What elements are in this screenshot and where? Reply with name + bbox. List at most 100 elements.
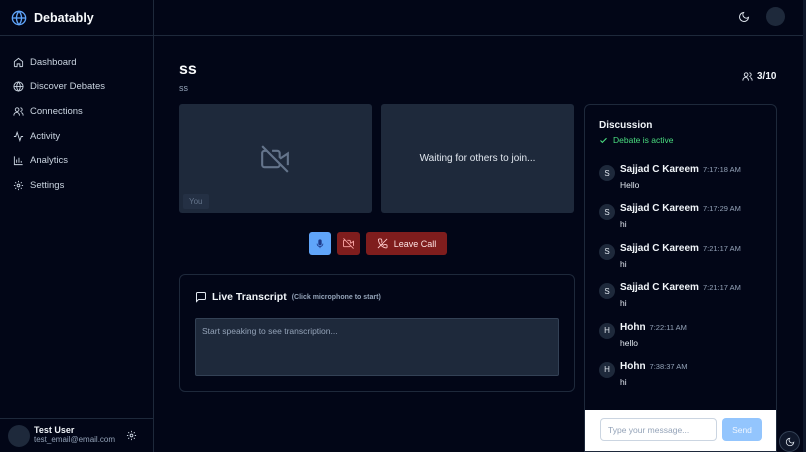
message-author: Sajjad C Kareem 7:21:17 AM [620, 243, 741, 254]
theme-toggle-button[interactable] [779, 431, 800, 452]
message-composer: Send [585, 410, 776, 451]
list-item: S Sajjad C Kareem 7:21:17 AM hi [597, 240, 773, 279]
message-author-name: Sajjad C Kareem [620, 242, 699, 254]
message-text: hi [620, 219, 627, 230]
microphone-icon [315, 238, 325, 249]
self-video-tile: You [179, 104, 372, 213]
status-badge: Debate is active [599, 135, 673, 145]
camera-toggle-button[interactable] [337, 232, 360, 255]
waiting-text: Waiting for others to join... [419, 153, 536, 164]
sidebar-item-activity[interactable]: Activity [0, 124, 153, 149]
message-avatar: S [599, 204, 615, 221]
message-author-name: Sajjad C Kareem [620, 203, 699, 215]
discussion-panel: Discussion Debate is active S Sajjad C K… [584, 104, 777, 452]
status-text: Debate is active [613, 135, 674, 145]
page-subtitle: ss [179, 83, 188, 93]
message-avatar: S [599, 283, 615, 300]
message-avatar: H [599, 322, 615, 339]
remote-video-tile: Waiting for others to join... [381, 104, 574, 213]
transcript-header: Live Transcript (Click microphone to sta… [195, 291, 381, 303]
activity-icon [13, 130, 24, 142]
list-item: H Hohn 7:38:37 AM hi [597, 358, 773, 397]
avatar[interactable] [8, 424, 30, 447]
sidebar-item-discover-debates[interactable]: Discover Debates [0, 75, 153, 100]
list-item: S Sajjad C Kareem 7:17:18 AM Hello [597, 161, 773, 200]
message-avatar: H [599, 361, 615, 378]
leave-call-label: Leave Call [393, 238, 437, 249]
brand[interactable]: Debatably [0, 0, 153, 36]
message-time: 7:38:37 AM [649, 361, 688, 371]
live-transcript-panel: Live Transcript (Click microphone to sta… [179, 274, 575, 392]
message-text: hi [620, 298, 627, 309]
message-time: 7:21:17 AM [702, 243, 741, 253]
sidebar-item-settings[interactable]: Settings [0, 173, 153, 198]
message-text: hello [620, 337, 638, 348]
message-time: 7:17:18 AM [702, 165, 741, 174]
message-input[interactable] [600, 418, 717, 441]
participant-count-text: 3/10 [757, 71, 777, 82]
sidebar: Debatably Dashboard Discover Debates Con… [0, 0, 154, 452]
message-time: 7:17:29 AM [702, 204, 741, 214]
message-author-name: Sajjad C Kareem [620, 282, 699, 294]
self-video-label: You [183, 194, 209, 209]
message-author: Hohn 7:38:37 AM [620, 361, 688, 372]
message-avatar: S [599, 243, 615, 260]
moon-icon [785, 437, 795, 447]
message-author: Sajjad C Kareem 7:17:18 AM [620, 164, 741, 175]
user-info: Test User test_email@email.com [34, 425, 126, 445]
microphone-button[interactable] [309, 232, 331, 255]
message-avatar: S [599, 165, 615, 181]
sidebar-item-label: Dashboard [30, 56, 77, 68]
user-email: test_email@email.com [34, 435, 116, 445]
discussion-title: Discussion [599, 120, 653, 131]
participant-count: 3/10 [742, 71, 776, 82]
message-author: Hohn 7:22:11 AM [620, 322, 687, 333]
sidebar-item-label: Discover Debates [30, 81, 105, 93]
home-icon [13, 57, 24, 68]
transcript-output: Start speaking to see transcription... [195, 318, 559, 376]
globe-icon [13, 81, 24, 93]
sidebar-item-connections[interactable]: Connections [0, 99, 153, 124]
gear-icon [13, 180, 24, 191]
list-item: H Hohn 7:22:11 AM hello [597, 319, 773, 358]
sidebar-item-label: Settings [30, 179, 65, 191]
message-author-name: Hohn [620, 321, 646, 333]
top-avatar[interactable] [766, 7, 785, 26]
phone-off-icon [377, 238, 388, 249]
users-icon [742, 71, 753, 82]
sidebar-item-analytics[interactable]: Analytics [0, 148, 153, 173]
message-author-name: Sajjad C Kareem [620, 164, 699, 175]
sidebar-item-label: Activity [30, 130, 61, 142]
transcript-hint: (Click microphone to start) [291, 293, 381, 301]
message-author: Sajjad C Kareem 7:21:17 AM [620, 282, 741, 293]
moon-icon[interactable] [738, 11, 750, 23]
message-text: hi [620, 376, 627, 387]
bar-chart-icon [13, 155, 24, 166]
send-button[interactable]: Send [722, 418, 762, 441]
message-author: Sajjad C Kareem 7:17:29 AM [620, 203, 741, 214]
sidebar-item-label: Connections [30, 105, 83, 117]
message-time: 7:21:17 AM [702, 283, 741, 293]
sidebar-item-label: Analytics [30, 155, 69, 167]
page-title: ss [179, 61, 197, 78]
brand-name: Debatably [34, 10, 94, 25]
leave-call-button[interactable]: Leave Call [366, 232, 447, 255]
globe-logo-icon [11, 9, 27, 26]
sidebar-nav: Dashboard Discover Debates Connections A… [0, 36, 153, 198]
message-text: hi [620, 258, 627, 269]
video-off-icon [343, 238, 354, 249]
list-item: S Sajjad C Kareem 7:21:17 AM hi [597, 279, 773, 318]
message-time: 7:22:11 AM [649, 322, 687, 332]
message-author-name: Hohn [620, 360, 646, 372]
users-icon [13, 106, 24, 117]
transcript-title: Live Transcript [212, 291, 287, 303]
list-item: S Sajjad C Kareem 7:17:29 AM hi [597, 200, 773, 239]
message-list: S Sajjad C Kareem 7:17:18 AM Hello S Sajj… [597, 161, 773, 397]
sidebar-item-dashboard[interactable]: Dashboard [0, 50, 153, 75]
message-square-icon [195, 291, 207, 303]
video-off-icon [261, 145, 289, 173]
user-settings-gear-icon[interactable] [126, 430, 137, 441]
check-icon [599, 136, 608, 145]
message-text: Hello [620, 180, 640, 190]
user-box: Test User test_email@email.com [0, 418, 153, 452]
